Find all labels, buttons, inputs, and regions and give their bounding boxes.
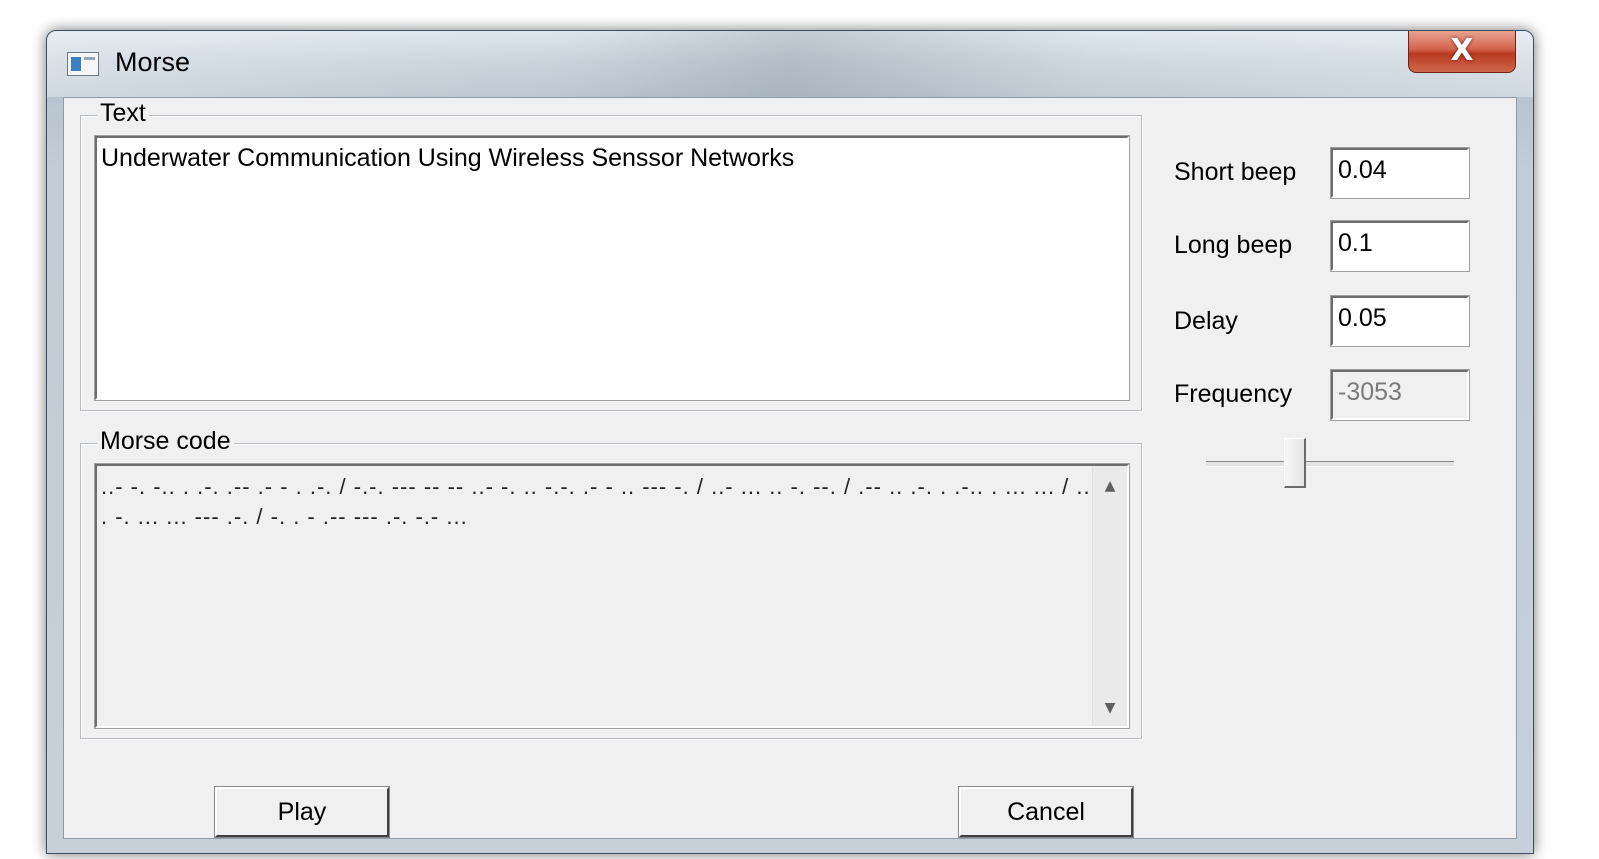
scroll-up-arrow-icon[interactable]: ▲	[1093, 478, 1127, 494]
short-beep-label: Short beep	[1174, 158, 1297, 186]
morse-line-1: ..- -. -.. . .-. .-- .- - . .-. / -.-. -…	[101, 474, 1098, 499]
frequency-value: -3053	[1338, 378, 1402, 406]
play-button-label: Play	[277, 798, 327, 826]
long-beep-label: Long beep	[1174, 231, 1293, 259]
close-button[interactable]: X	[1408, 31, 1516, 73]
long-beep-value: 0.1	[1338, 229, 1373, 257]
window-title: Morse	[115, 47, 191, 77]
delay-value: 0.05	[1338, 304, 1387, 332]
text-groupbox-label: Text	[97, 99, 149, 128]
delay-input[interactable]: 0.05	[1330, 295, 1470, 347]
cancel-button[interactable]: Cancel	[958, 786, 1134, 838]
morse-line-2: . -. ... ... --- .-. / -. . - .-- --- .-…	[101, 504, 468, 529]
frequency-slider-thumb[interactable]	[1284, 438, 1307, 488]
text-input[interactable]: Underwater Communication Using Wireless …	[94, 135, 1130, 401]
short-beep-input[interactable]: 0.04	[1330, 147, 1470, 199]
dialog-client-area: Text Underwater Communication Using Wire…	[63, 97, 1517, 839]
morse-code-groupbox: Morse code ..- -. -.. . .-. .-- .- - . .…	[80, 427, 1142, 739]
frequency-label: Frequency	[1174, 380, 1293, 408]
text-input-value: Underwater Communication Using Wireless …	[101, 144, 795, 172]
long-beep-input[interactable]: 0.1	[1330, 220, 1470, 272]
morse-code-output[interactable]: ..- -. -.. . .-. .-- .- - . .-. / -.-. -…	[94, 463, 1130, 729]
app-icon-left-pane	[71, 57, 81, 71]
title-bar[interactable]	[47, 31, 1533, 97]
morse-code-scrollbar[interactable]: ▲ ▼	[1092, 466, 1127, 726]
app-icon-right-pane	[84, 57, 95, 60]
frequency-input: -3053	[1330, 369, 1470, 421]
morse-code-groupbox-label: Morse code	[97, 427, 234, 456]
morse-window: Morse X Text Underwater Communication Us…	[46, 30, 1534, 854]
frequency-slider-track[interactable]	[1206, 461, 1454, 467]
text-groupbox: Text Underwater Communication Using Wire…	[80, 99, 1142, 411]
close-icon: X	[1450, 33, 1474, 68]
short-beep-value: 0.04	[1338, 156, 1387, 184]
cancel-button-label: Cancel	[1007, 798, 1085, 826]
play-button[interactable]: Play	[214, 786, 390, 838]
scroll-down-arrow-icon[interactable]: ▼	[1093, 700, 1127, 716]
window-app-icon[interactable]	[67, 52, 99, 76]
delay-label: Delay	[1174, 307, 1238, 335]
